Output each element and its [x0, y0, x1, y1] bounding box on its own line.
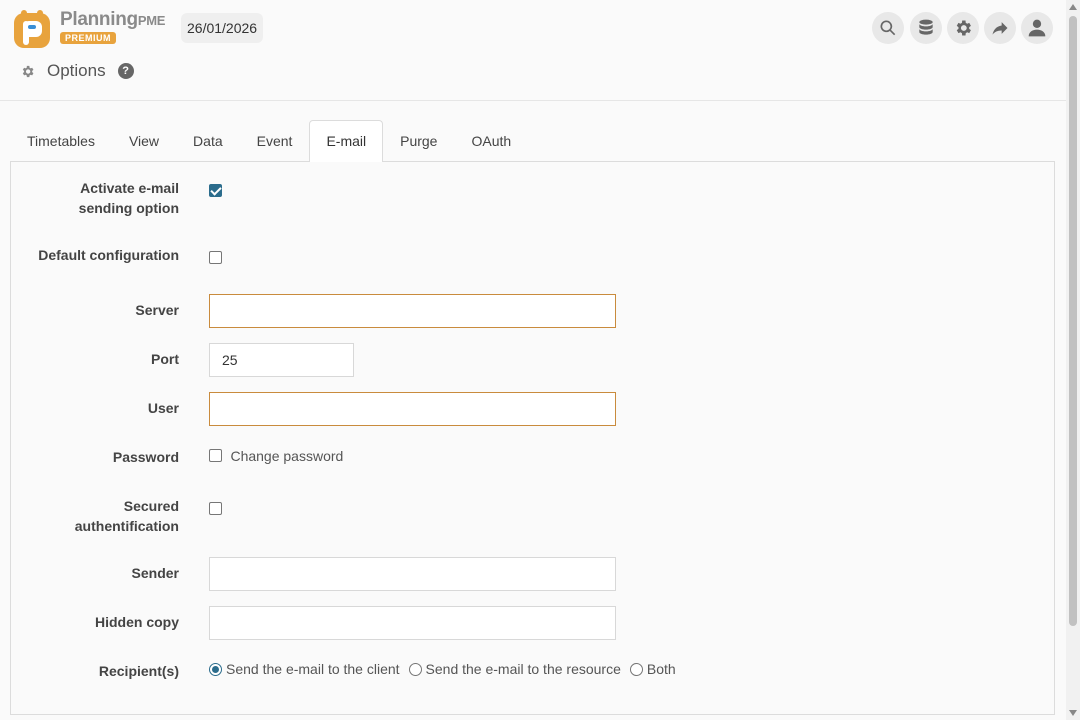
user-input[interactable] [209, 392, 616, 426]
activate-email-checkbox[interactable] [209, 184, 222, 198]
tab-timetables[interactable]: Timetables [10, 120, 112, 162]
port-label: Port [151, 351, 179, 367]
tab-purge[interactable]: Purge [383, 120, 454, 162]
change-password-label[interactable]: Change password [230, 448, 343, 464]
scroll-down-arrow-icon[interactable] [1069, 710, 1077, 716]
app-header: PlanningPME PREMIUM 26/01/2026 Options ? [0, 0, 1066, 101]
page-title: Options [47, 61, 106, 80]
port-input[interactable]: 25 [209, 343, 354, 377]
logo-wordmark: PlanningPME [60, 9, 166, 30]
recipient-client-label[interactable]: Send the e-mail to the client [226, 661, 400, 677]
default-configuration-label: Default configuration [38, 247, 179, 263]
recipients-radio-group: Send the e-mail to the client Send the e… [209, 661, 685, 677]
hidden-copy-label: Hidden copy [94, 614, 179, 630]
recipient-resource-radio[interactable] [408, 662, 422, 676]
hidden-copy-input[interactable] [209, 606, 616, 640]
sender-label: Sender [131, 565, 179, 581]
scroll-thumb[interactable] [1069, 16, 1077, 626]
premium-badge: PREMIUM [60, 32, 116, 44]
tab-email[interactable]: E-mail [309, 120, 384, 162]
recipient-both-label[interactable]: Both [647, 661, 676, 677]
recipient-both-radio[interactable] [629, 662, 643, 676]
default-configuration-checkbox[interactable] [209, 251, 222, 265]
tab-oauth[interactable]: OAuth [454, 120, 528, 162]
scroll-up-arrow-icon[interactable] [1069, 4, 1077, 10]
activate-email-label: Activate e-mail sending option [78, 180, 179, 216]
email-options-panel: Activate e-mail sending option Default co… [10, 161, 1055, 715]
current-date[interactable]: 26/01/2026 [181, 13, 264, 43]
sender-input[interactable] [209, 557, 616, 591]
tab-event[interactable]: Event [240, 120, 310, 162]
server-input[interactable] [209, 294, 616, 328]
planningpme-logo[interactable]: PlanningPME PREMIUM [12, 7, 172, 49]
page-scrollbar[interactable] [1066, 0, 1080, 720]
share-button[interactable] [984, 12, 1016, 44]
settings-button[interactable] [947, 12, 979, 44]
secured-auth-label: Secured authentification [74, 498, 179, 534]
user-button[interactable] [1021, 12, 1053, 44]
recipient-client-radio[interactable] [209, 662, 222, 676]
gear-icon [20, 64, 35, 79]
options-tabs: Timetables View Data Event E-mail Purge … [10, 120, 528, 162]
help-icon[interactable]: ? [117, 63, 134, 79]
logo-mark-icon [14, 10, 50, 48]
share-icon [992, 22, 1008, 35]
password-label: Password [112, 449, 179, 465]
database-button[interactable] [910, 12, 942, 44]
user-label: User [147, 400, 179, 416]
gear-icon [956, 20, 971, 36]
secured-auth-checkbox[interactable] [209, 502, 222, 516]
tab-view[interactable]: View [112, 120, 176, 162]
search-button[interactable] [872, 12, 904, 44]
recipient-resource-label[interactable]: Send the e-mail to the resource [426, 661, 621, 677]
server-label: Server [135, 302, 179, 318]
page-title-row: Options ? [20, 58, 134, 84]
search-icon [880, 20, 896, 36]
user-icon [1028, 19, 1046, 37]
change-password-checkbox[interactable] [209, 449, 222, 463]
recipients-label: Recipient(s) [98, 663, 179, 679]
database-icon [919, 19, 933, 35]
tab-data[interactable]: Data [176, 120, 240, 162]
